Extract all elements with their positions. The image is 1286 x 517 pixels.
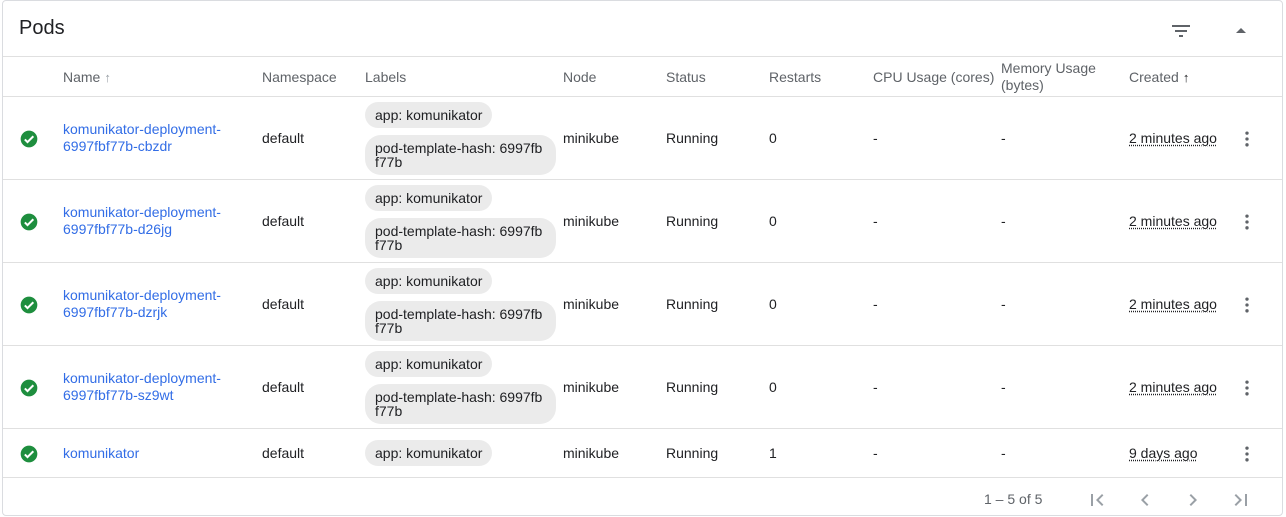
restarts-cell: 0 — [769, 130, 777, 146]
column-header-namespace: Namespace — [262, 69, 337, 85]
label-chip: pod-template-hash: 6997fbf77b — [365, 301, 556, 341]
check-circle-icon — [20, 130, 38, 148]
pagination-range: 1 – 5 of 5 — [984, 491, 1043, 507]
column-header-memory: Memory Usage (bytes) — [1001, 60, 1096, 93]
check-circle-icon — [20, 445, 38, 463]
column-header-status: Status — [666, 69, 706, 85]
more-vert-icon[interactable] — [1237, 129, 1257, 149]
node-cell: minikube — [563, 379, 620, 395]
last-page-icon[interactable] — [1229, 488, 1253, 512]
cpu-usage-cell: - — [873, 379, 878, 395]
column-header-cpu: CPU Usage (cores) — [873, 69, 995, 85]
cpu-usage-cell: - — [873, 445, 878, 461]
restarts-cell: 1 — [769, 445, 777, 461]
created-cell: 2 minutes ago — [1129, 213, 1217, 229]
card-title: Pods — [19, 17, 65, 39]
check-circle-icon — [20, 296, 38, 314]
table-row: komunikator-deployment-6997fbf77b-cbzdr d… — [3, 97, 1282, 180]
table-row: komunikator-deployment-6997fbf77b-sz9wt d… — [3, 346, 1282, 429]
namespace-cell: default — [262, 213, 305, 229]
table-header: Name ↑ Namespace Labels Node Status Resta… — [3, 57, 1282, 97]
namespace-cell: default — [262, 445, 305, 461]
column-header-node: Node — [563, 69, 597, 85]
more-vert-icon[interactable] — [1237, 444, 1257, 464]
table-row: komunikator default app: komunikator miniku… — [3, 429, 1282, 478]
pod-name-link[interactable]: komunikator — [63, 445, 238, 462]
created-cell: 2 minutes ago — [1129, 379, 1217, 395]
namespace-cell: default — [262, 379, 305, 395]
node-cell: minikube — [563, 296, 620, 312]
pod-name-link[interactable]: komunikator-deployment-6997fbf77b-d26jg — [63, 204, 238, 238]
status-cell: Running — [666, 445, 719, 461]
more-vert-icon[interactable] — [1237, 295, 1257, 315]
created-cell: 9 days ago — [1129, 445, 1198, 461]
created-cell: 2 minutes ago — [1129, 130, 1217, 146]
status-cell: Running — [666, 296, 719, 312]
node-cell: minikube — [563, 130, 620, 146]
sort-ascending-icon: ↑ — [1182, 70, 1190, 85]
column-header-name[interactable]: Name ↑ — [63, 69, 111, 85]
label-chip: app: komunikator — [365, 102, 493, 128]
memory-usage-cell: - — [1001, 296, 1006, 312]
more-vert-icon[interactable] — [1237, 378, 1257, 398]
node-cell: minikube — [563, 445, 620, 461]
chevron-left-icon[interactable] — [1133, 488, 1157, 512]
sort-ascending-icon: ↑ — [104, 70, 111, 85]
cpu-usage-cell: - — [873, 296, 878, 312]
memory-usage-cell: - — [1001, 379, 1006, 395]
restarts-cell: 0 — [769, 213, 777, 229]
column-header-labels: Labels — [365, 69, 407, 85]
card-header: Pods — [3, 1, 1282, 57]
label-chip: app: komunikator — [365, 185, 493, 211]
column-header-restarts: Restarts — [769, 69, 822, 85]
pods-card: Pods Name ↑ Namespace Labels Node Status … — [2, 0, 1283, 516]
label-chip: pod-template-hash: 6997fbf77b — [365, 218, 556, 258]
namespace-cell: default — [262, 130, 305, 146]
label-chip: app: komunikator — [365, 440, 493, 466]
created-cell: 2 minutes ago — [1129, 296, 1217, 312]
check-circle-icon — [20, 379, 38, 397]
label-chip: app: komunikator — [365, 268, 493, 294]
table-row: komunikator-deployment-6997fbf77b-d26jg d… — [3, 180, 1282, 263]
memory-usage-cell: - — [1001, 445, 1006, 461]
arrow-drop-up-icon[interactable] — [1229, 19, 1253, 43]
memory-usage-cell: - — [1001, 213, 1006, 229]
first-page-icon[interactable] — [1085, 488, 1109, 512]
cpu-usage-cell: - — [873, 130, 878, 146]
restarts-cell: 0 — [769, 296, 777, 312]
pod-name-link[interactable]: komunikator-deployment-6997fbf77b-dzrjk — [63, 287, 238, 321]
table-row: komunikator-deployment-6997fbf77b-dzrjk d… — [3, 263, 1282, 346]
restarts-cell: 0 — [769, 379, 777, 395]
pagination: 1 – 5 of 5 — [3, 480, 1282, 516]
pod-name-link[interactable]: komunikator-deployment-6997fbf77b-sz9wt — [63, 370, 238, 404]
label-chip: pod-template-hash: 6997fbf77b — [365, 384, 556, 424]
filter-list-icon[interactable] — [1169, 19, 1193, 43]
label-chip: app: komunikator — [365, 351, 493, 377]
chevron-right-icon[interactable] — [1181, 488, 1205, 512]
cpu-usage-cell: - — [873, 213, 878, 229]
status-cell: Running — [666, 213, 719, 229]
namespace-cell: default — [262, 296, 305, 312]
pod-name-link[interactable]: komunikator-deployment-6997fbf77b-cbzdr — [63, 121, 238, 155]
column-header-created[interactable]: Created ↑ — [1129, 69, 1189, 85]
status-cell: Running — [666, 379, 719, 395]
memory-usage-cell: - — [1001, 130, 1006, 146]
check-circle-icon — [20, 213, 38, 231]
label-chip: pod-template-hash: 6997fbf77b — [365, 135, 556, 175]
status-cell: Running — [666, 130, 719, 146]
node-cell: minikube — [563, 213, 620, 229]
more-vert-icon[interactable] — [1237, 212, 1257, 232]
